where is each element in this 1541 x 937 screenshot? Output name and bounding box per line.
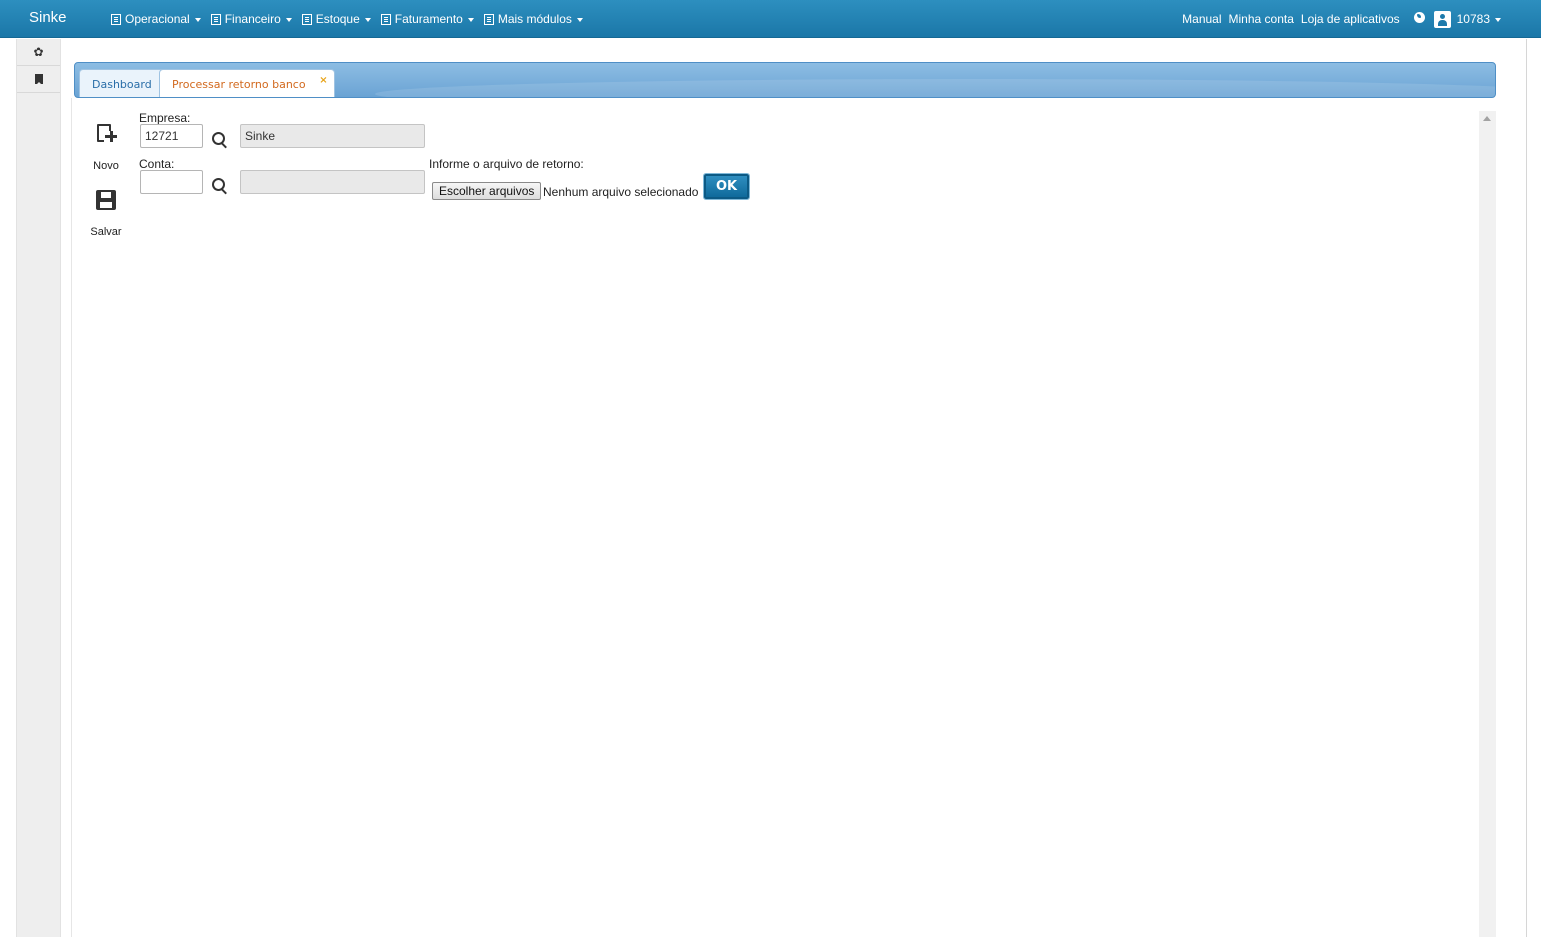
app-store-link[interactable]: Loja de aplicativos: [1301, 12, 1400, 26]
main-menu: Operacional Financeiro Estoque Faturamen…: [111, 0, 593, 38]
tab-processar-retorno-banco[interactable]: Processar retorno banco ×: [159, 69, 335, 97]
search-icon[interactable]: [211, 131, 231, 151]
file-label: Informe o arquivo de retorno:: [429, 157, 584, 171]
file-status-text: Nenhum arquivo selecionado: [543, 185, 699, 199]
gear-icon: ✿: [33, 45, 44, 59]
user-icon: [1433, 10, 1451, 28]
user-id: 10783: [1456, 12, 1490, 26]
choose-files-button[interactable]: Escolher arquivos: [432, 182, 542, 200]
top-right-links: Manual Minha conta Loja de aplicativos 1…: [1175, 0, 1501, 38]
floppy-disk-icon: [96, 190, 116, 210]
list-icon: [111, 13, 121, 25]
menu-faturamento[interactable]: Faturamento: [380, 12, 474, 26]
bookmark-button[interactable]: [17, 66, 60, 93]
list-icon: [483, 13, 494, 25]
ok-button[interactable]: OK: [703, 173, 750, 200]
list-icon: [380, 13, 391, 25]
account-link[interactable]: Minha conta: [1229, 12, 1294, 26]
new-label: Novo: [93, 160, 119, 172]
caret-down-icon: [364, 17, 371, 22]
menu-operacional[interactable]: Operacional: [111, 12, 201, 26]
menu-label: Estoque: [315, 12, 360, 26]
close-icon[interactable]: ×: [319, 75, 327, 86]
save-button[interactable]: Salvar: [85, 190, 127, 238]
empresa-name-field: [240, 124, 425, 148]
brand-logo[interactable]: Sinke: [29, 9, 67, 26]
new-button[interactable]: Novo: [85, 123, 127, 172]
tab-label: Dashboard: [92, 78, 152, 91]
save-label: Salvar: [90, 226, 122, 238]
list-icon: [210, 13, 221, 25]
bookmark-icon: [34, 74, 43, 85]
empresa-label: Empresa:: [139, 111, 191, 125]
menu-label: Faturamento: [394, 12, 463, 26]
caret-down-icon: [576, 17, 583, 22]
empresa-code-input[interactable]: [140, 124, 203, 148]
conta-label: Conta:: [139, 157, 175, 171]
menu-label: Operacional: [125, 12, 190, 26]
page-divider: [1526, 39, 1527, 937]
manual-link[interactable]: Manual: [1182, 12, 1221, 26]
scroll-up-arrow-icon[interactable]: [1483, 116, 1491, 121]
menu-estoque[interactable]: Estoque: [301, 12, 371, 26]
caret-down-icon: [467, 17, 474, 22]
conta-name-field: [240, 170, 425, 194]
content-panel: [71, 98, 1497, 937]
scrollbar[interactable]: [1479, 111, 1496, 937]
search-icon[interactable]: [211, 177, 231, 197]
caret-down-icon: [285, 17, 292, 22]
list-icon: [301, 13, 312, 25]
settings-button[interactable]: ✿: [17, 39, 60, 66]
menu-label: Mais módulos: [497, 12, 572, 26]
conta-code-input[interactable]: [140, 170, 203, 194]
tab-label: Processar retorno banco: [172, 78, 306, 91]
menu-label: Financeiro: [224, 12, 281, 26]
new-document-icon: [95, 123, 117, 145]
menu-financeiro[interactable]: Financeiro: [210, 12, 292, 26]
user-menu[interactable]: 10783: [1433, 10, 1501, 28]
tab-bar: Dashboard Processar retorno banco ×: [74, 62, 1496, 98]
menu-mais-modulos[interactable]: Mais módulos: [483, 12, 583, 26]
globe-icon[interactable]: [1413, 11, 1425, 23]
tab-dashboard[interactable]: Dashboard: [79, 69, 165, 97]
caret-down-icon: [1495, 17, 1501, 22]
top-navbar: Sinke Operacional Financeiro Estoque Fat…: [0, 0, 1541, 38]
mini-sidebar: ✿: [16, 39, 61, 937]
caret-down-icon: [194, 17, 201, 22]
